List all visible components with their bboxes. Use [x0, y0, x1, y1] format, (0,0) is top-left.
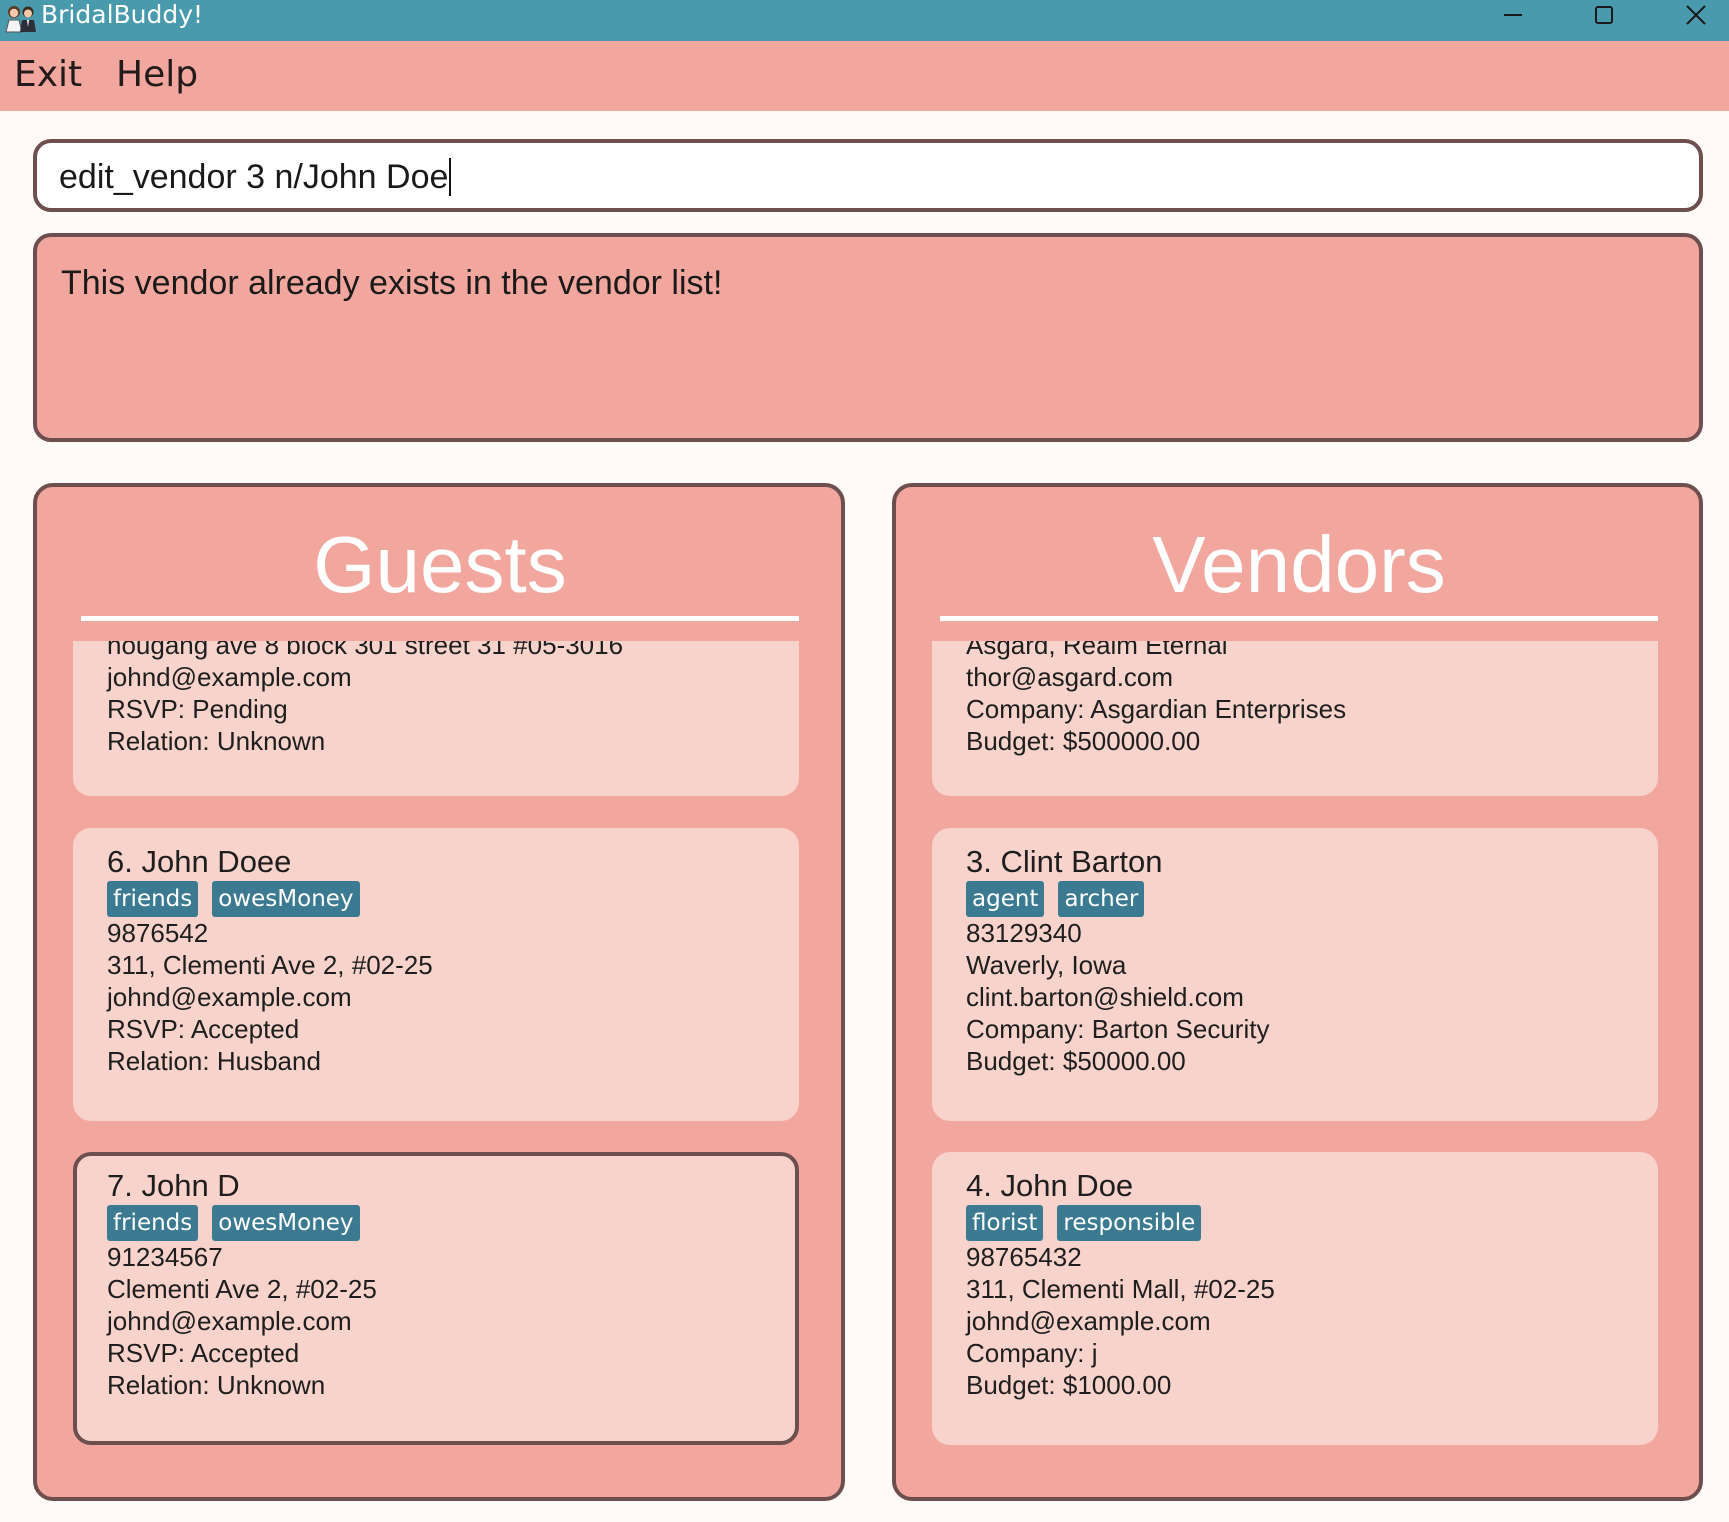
- guest-card[interactable]: hougang ave 8 block 301 street 31 #05-30…: [73, 641, 799, 796]
- minimize-icon: [1504, 14, 1522, 16]
- guest-card-selected[interactable]: 7. John D friends owesMoney 91234567 Cle…: [73, 1152, 799, 1445]
- guest-list[interactable]: hougang ave 8 block 301 street 31 #05-30…: [73, 641, 799, 1497]
- guest-rsvp: RSVP: Accepted: [107, 1014, 300, 1044]
- guest-relation: Relation: Husband: [107, 1046, 321, 1076]
- guest-email: johnd@example.com: [107, 1306, 352, 1336]
- guest-card[interactable]: 6. John Doee friends owesMoney 9876542 3…: [73, 828, 799, 1121]
- minimize-button[interactable]: [1483, 0, 1543, 30]
- close-button[interactable]: [1666, 0, 1726, 30]
- vendor-tags: florist responsible: [966, 1205, 1646, 1241]
- vendor-card[interactable]: Asgard, Realm Eternal thor@asgard.com Co…: [932, 641, 1658, 796]
- maximize-button[interactable]: [1574, 0, 1634, 30]
- vendor-card[interactable]: 4. John Doe florist responsible 98765432…: [932, 1152, 1658, 1445]
- tag-badge: friends: [107, 1205, 199, 1241]
- vendors-panel: Vendors Asgard, Realm Eternal thor@asgar…: [892, 483, 1703, 1501]
- vendor-email: johnd@example.com: [966, 1306, 1211, 1336]
- vendor-address: Asgard, Realm Eternal: [966, 641, 1228, 660]
- vendor-company: Company: Asgardian Enterprises: [966, 694, 1347, 724]
- vendor-budget: Budget: $500000.00: [966, 726, 1201, 756]
- bride-groom-icon: [5, 6, 36, 33]
- result-message: This vendor already exists in the vendor…: [61, 264, 723, 302]
- vendor-email: clint.barton@shield.com: [966, 982, 1244, 1012]
- vendor-phone: 83129340: [966, 918, 1082, 948]
- tag-badge: archer: [1058, 881, 1145, 917]
- guests-panel-title: Guests: [313, 520, 567, 609]
- window-title: BridalBuddy!: [41, 0, 204, 29]
- guest-email: johnd@example.com: [107, 982, 352, 1012]
- text-caret: [449, 158, 452, 196]
- vendor-email: thor@asgard.com: [966, 662, 1174, 692]
- tag-badge: friends: [107, 881, 199, 917]
- menu-bar: Exit Help: [0, 41, 1729, 111]
- menu-help[interactable]: Help: [116, 55, 198, 95]
- guest-relation: Relation: Unknown: [107, 1370, 326, 1400]
- result-display: This vendor already exists in the vendor…: [33, 233, 1703, 442]
- vendor-name: 4. John Doe: [966, 1168, 1134, 1203]
- guest-tags: friends owesMoney: [107, 1205, 787, 1241]
- vendor-phone: 98765432: [966, 1242, 1082, 1272]
- command-input-text: edit_vendor 3 n/John Doe: [59, 158, 449, 196]
- guests-panel: Guests hougang ave 8 block 301 street 31…: [33, 483, 845, 1501]
- vendor-tags: agent archer: [966, 881, 1646, 917]
- vendor-company: Company: j: [966, 1338, 1098, 1368]
- guest-name: 7. John D: [107, 1168, 240, 1203]
- guest-email: johnd@example.com: [107, 662, 352, 692]
- guest-relation: Relation: Unknown: [107, 726, 326, 756]
- vendor-card[interactable]: 3. Clint Barton agent archer 83129340 Wa…: [932, 828, 1658, 1121]
- guest-address: Clementi Ave 2, #02-25: [107, 1274, 377, 1304]
- guest-rsvp: RSVP: Pending: [107, 694, 288, 724]
- guest-phone: 91234567: [107, 1242, 223, 1272]
- vendor-budget: Budget: $50000.00: [966, 1046, 1186, 1076]
- vendors-panel-title: Vendors: [1152, 520, 1446, 609]
- tag-badge: agent: [966, 881, 1045, 917]
- guest-tags: friends owesMoney: [107, 881, 787, 917]
- vendor-budget: Budget: $1000.00: [966, 1370, 1172, 1400]
- vendor-address: Waverly, Iowa: [966, 950, 1127, 980]
- close-icon: [1686, 5, 1706, 25]
- guest-rsvp: RSVP: Accepted: [107, 1338, 300, 1368]
- vendor-name: 3. Clint Barton: [966, 844, 1163, 879]
- command-input[interactable]: edit_vendor 3 n/John Doe: [33, 139, 1703, 212]
- tag-badge: owesMoney: [212, 1205, 360, 1241]
- guest-address: 311, Clementi Ave 2, #02-25: [107, 950, 433, 980]
- maximize-icon: [1595, 6, 1613, 24]
- vendor-company: Company: Barton Security: [966, 1014, 1270, 1044]
- vendors-title-divider: [940, 616, 1658, 621]
- guest-name: 6. John Doee: [107, 844, 292, 879]
- vendor-address: 311, Clementi Mall, #02-25: [966, 1274, 1275, 1304]
- tag-badge: responsible: [1057, 1205, 1202, 1241]
- guests-title-divider: [81, 616, 799, 621]
- title-bar: BridalBuddy!: [0, 0, 1729, 41]
- vendor-list[interactable]: Asgard, Realm Eternal thor@asgard.com Co…: [932, 641, 1658, 1497]
- menu-exit[interactable]: Exit: [14, 55, 82, 95]
- tag-badge: owesMoney: [212, 881, 360, 917]
- guest-address: hougang ave 8 block 301 street 31 #05-30…: [107, 641, 624, 660]
- tag-badge: florist: [966, 1205, 1044, 1241]
- guest-phone: 9876542: [107, 918, 209, 948]
